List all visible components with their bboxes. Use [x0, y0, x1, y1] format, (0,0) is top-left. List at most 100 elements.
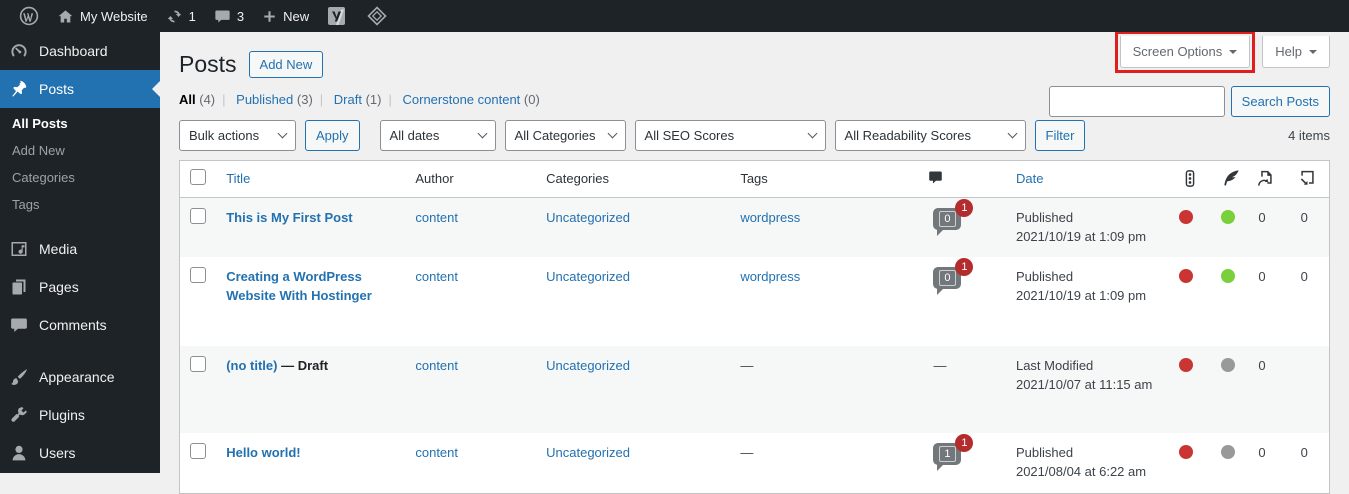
select-all-checkbox[interactable]: [190, 169, 206, 186]
readability-score-dot: [1221, 357, 1236, 372]
view-all-link[interactable]: All: [179, 92, 196, 107]
comment-count-bubble[interactable]: 0 1: [933, 257, 974, 295]
seo-score-dot: [1178, 444, 1193, 459]
sidebar-item-posts[interactable]: Posts: [0, 70, 160, 108]
plus-icon: [264, 10, 275, 22]
separator: |: [319, 91, 324, 107]
media-icon: [11, 242, 27, 256]
readability-scores-filter-select[interactable]: All Readability Scores: [834, 119, 1026, 151]
wordpress-logo-menu[interactable]: [10, 0, 48, 32]
column-header-title[interactable]: Title: [216, 161, 406, 198]
yoast-seo-menu[interactable]: [318, 0, 358, 32]
column-header-date[interactable]: Date: [1005, 161, 1169, 198]
view-draft-link[interactable]: Draft: [334, 92, 362, 107]
home-icon: [58, 9, 73, 22]
tag-link[interactable]: wordpress: [740, 269, 800, 284]
new-content-menu[interactable]: New: [253, 0, 318, 32]
update-count: 1: [188, 8, 196, 24]
categories-filter-select[interactable]: All Categories: [504, 119, 626, 151]
add-new-button[interactable]: Add New: [248, 51, 324, 79]
author-link[interactable]: content: [415, 269, 458, 284]
sidebar-item-users[interactable]: Users: [0, 434, 160, 472]
site-link[interactable]: My Website: [48, 0, 157, 32]
items-count: 4 items: [1288, 127, 1330, 143]
pending-comment-badge[interactable]: 1: [955, 433, 974, 452]
readability-score-dot: [1221, 209, 1236, 224]
search-posts-button[interactable]: Search Posts: [1230, 86, 1330, 117]
incoming-links-count: [1286, 345, 1329, 433]
dates-filter-select[interactable]: All dates: [379, 119, 496, 151]
admin-sidebar: Dashboard Posts All Posts Add New Catego…: [0, 32, 160, 473]
screen-options-button[interactable]: Screen Options: [1119, 36, 1251, 68]
row-checkbox[interactable]: [190, 355, 206, 372]
sidebar-label-appearance: Appearance: [39, 369, 115, 385]
post-date: 2021/08/04 at 6:22 am: [1015, 464, 1147, 480]
sidebar-item-comments[interactable]: Comments: [0, 306, 160, 344]
sidebar-item-dashboard[interactable]: Dashboard: [0, 32, 160, 70]
row-checkbox[interactable]: [190, 442, 206, 459]
sidebar-item-media[interactable]: Media: [0, 230, 160, 268]
sidebar-label-comments: Comments: [39, 317, 107, 333]
apply-button[interactable]: Apply: [305, 119, 360, 151]
row-checkbox[interactable]: [190, 266, 206, 283]
posts-submenu: All Posts Add New Categories Tags: [0, 108, 160, 230]
submenu-categories[interactable]: Categories: [0, 164, 160, 191]
incoming-links-count: 0: [1300, 268, 1308, 284]
row-checkbox[interactable]: [190, 207, 206, 224]
sidebar-label-dashboard: Dashboard: [39, 43, 108, 59]
pending-comment-badge[interactable]: 1: [955, 257, 974, 276]
submenu-all-posts[interactable]: All Posts: [0, 110, 160, 137]
outgoing-links-count: 0: [1244, 345, 1287, 433]
pending-comment-badge[interactable]: 1: [955, 198, 974, 217]
sidebar-item-appearance[interactable]: Appearance: [0, 358, 160, 396]
category-link[interactable]: Uncategorized: [546, 269, 630, 284]
post-date: 2021/10/19 at 1:09 pm: [1015, 229, 1147, 245]
sidebar-item-plugins[interactable]: Plugins: [0, 396, 160, 434]
post-title-link[interactable]: Hello world!: [226, 445, 300, 460]
view-published-link[interactable]: Published: [236, 92, 293, 107]
bulk-actions-value: Bulk actions: [189, 127, 260, 143]
view-cornerstone-link[interactable]: Cornerstone content: [403, 92, 521, 107]
comments-column-icon: [929, 171, 943, 184]
readability-scores-filter-value: All Readability Scores: [844, 127, 971, 143]
submenu-tags[interactable]: Tags: [0, 191, 160, 218]
sidebar-label-media: Media: [39, 241, 78, 257]
comment-count-bubble[interactable]: 0 1: [933, 198, 974, 236]
post-state-draft: — Draft: [281, 357, 329, 373]
incoming-links-count: 0: [1300, 444, 1308, 460]
chevron-down-icon: [277, 128, 288, 139]
comments-bubble-icon: [215, 10, 230, 22]
category-link[interactable]: Uncategorized: [546, 210, 630, 225]
screen-options-label: Screen Options: [1132, 44, 1223, 59]
post-title-link[interactable]: (no title): [226, 358, 277, 373]
categories-filter-value: All Categories: [514, 127, 596, 143]
incoming-links-count: 0: [1286, 197, 1329, 257]
author-link[interactable]: content: [415, 445, 458, 460]
post-row: This is My First Post content Uncategori…: [180, 197, 1329, 257]
author-link[interactable]: content: [415, 210, 458, 225]
sidebar-item-pages[interactable]: Pages: [0, 268, 160, 306]
category-link[interactable]: Uncategorized: [546, 445, 630, 460]
chevron-down-icon: [607, 128, 617, 139]
help-button[interactable]: Help: [1262, 36, 1330, 68]
plugin-diamond-menu[interactable]: [358, 0, 396, 32]
submenu-add-new[interactable]: Add New: [0, 137, 160, 164]
post-title-link[interactable]: Creating a WordPress Website With Hostin…: [226, 269, 372, 304]
comments-menu[interactable]: 3: [205, 0, 253, 32]
author-link[interactable]: content: [415, 358, 458, 373]
search-input[interactable]: [1048, 86, 1225, 117]
tag-link[interactable]: wordpress: [740, 210, 800, 225]
filter-button[interactable]: Filter: [1034, 119, 1086, 151]
update-icon: [167, 10, 181, 22]
outgoing-links-count: 0: [1244, 197, 1287, 257]
seo-scores-filter-select[interactable]: All SEO Scores: [634, 119, 826, 151]
post-title-link[interactable]: This is My First Post: [226, 210, 352, 225]
pushpin-icon: [12, 80, 27, 97]
updates-menu[interactable]: 1: [157, 0, 205, 32]
bulk-actions-select[interactable]: Bulk actions: [179, 119, 296, 151]
chevron-down-icon: [1229, 49, 1238, 58]
category-link[interactable]: Uncategorized: [546, 358, 630, 373]
comment-count-bubble[interactable]: 1 1: [933, 433, 974, 471]
post-status: Last Modified: [1015, 357, 1094, 373]
new-label: New: [283, 8, 310, 24]
